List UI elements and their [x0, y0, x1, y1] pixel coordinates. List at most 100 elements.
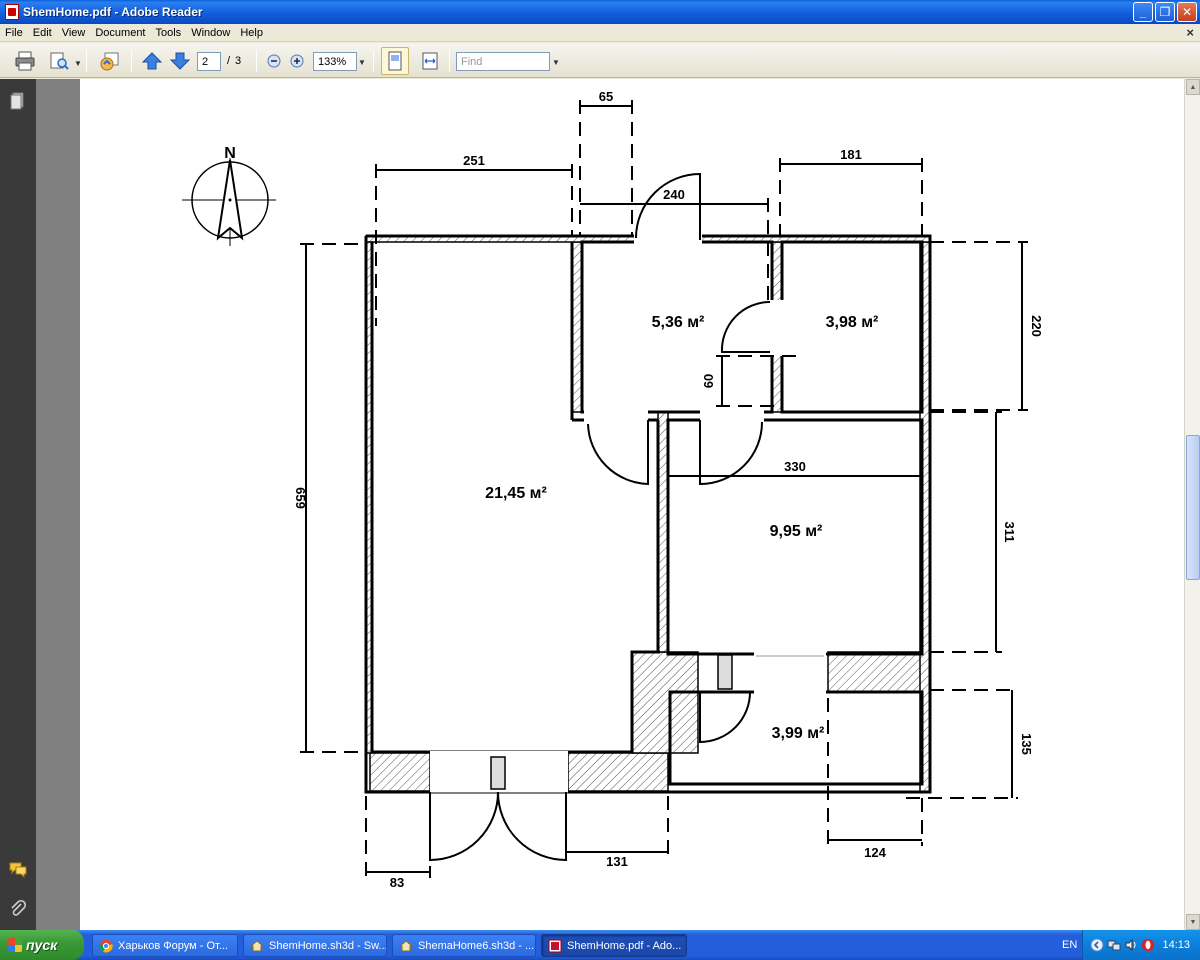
find-dropdown-icon[interactable]: ▼	[552, 58, 560, 67]
dim-label: 124	[864, 845, 886, 860]
dim-label: 135	[1019, 733, 1034, 755]
menu-tools[interactable]: Tools	[151, 27, 187, 39]
dim-label: 83	[390, 875, 404, 890]
menu-view[interactable]: View	[57, 27, 91, 39]
taskbar: пуск Харьков Форум - От... ShemHome.sh3d…	[0, 930, 1200, 960]
volume-icon[interactable]	[1124, 938, 1138, 952]
pages-icon[interactable]	[8, 91, 28, 111]
taskbar-item-label: Харьков Форум - От...	[118, 939, 228, 952]
dim-label: 659	[293, 487, 308, 509]
scrollbar-thumb[interactable]	[1186, 435, 1200, 580]
menu-help[interactable]: Help	[235, 27, 268, 39]
taskbar-item-acrobat[interactable]: ShemHome.pdf - Ado...	[541, 934, 687, 957]
arrow-down-icon	[169, 52, 191, 70]
close-icon: ✕	[1181, 5, 1193, 19]
system-tray: 14:13	[1082, 930, 1200, 960]
document-area: N 251 65 240 181 220 60 330 311 659 135 …	[36, 79, 1184, 930]
scroll-down-button[interactable]: ▼	[1186, 914, 1200, 930]
room-area-bath: 3,99 м²	[772, 725, 825, 742]
start-button[interactable]: пуск	[0, 930, 84, 960]
print-button[interactable]	[12, 49, 38, 73]
page-separator: /	[227, 55, 231, 67]
dim-label: 131	[606, 854, 628, 869]
dim-label: 330	[784, 459, 806, 474]
arrow-up-icon	[141, 52, 163, 70]
chrome-icon	[99, 939, 113, 952]
language-indicator[interactable]: EN	[1062, 939, 1077, 951]
scroll-up-button[interactable]: ▲	[1186, 79, 1200, 95]
collaborate-icon	[100, 52, 119, 71]
sweethome-icon	[250, 939, 264, 951]
window-title: ShemHome.pdf - Adobe Reader	[23, 5, 203, 19]
total-pages: 3	[235, 55, 242, 67]
chevron-up-icon: ▲	[1189, 83, 1197, 91]
document-magnifier-icon	[50, 52, 69, 70]
page-setup-button[interactable]	[46, 49, 72, 73]
dim-label: 220	[1029, 315, 1044, 337]
clock: 14:13	[1162, 939, 1190, 951]
dim-label: 240	[663, 187, 685, 202]
comments-icon[interactable]	[8, 859, 28, 879]
floor-plan: N 251 65 240 181 220 60 330 311 659 135 …	[182, 89, 1044, 890]
zoom-in-button[interactable]	[288, 49, 306, 73]
minimize-icon: _	[1139, 5, 1147, 19]
fit-width-button[interactable]	[417, 49, 443, 73]
taskbar-item-chrome[interactable]: Харьков Форум - От...	[92, 934, 238, 957]
page-setup-dropdown-icon[interactable]: ▼	[74, 59, 82, 68]
attachment-icon[interactable]	[8, 899, 28, 919]
restore-button[interactable]: ❐	[1155, 2, 1175, 22]
taskbar-item-sweethome-1[interactable]: ShemHome.sh3d - Sw...	[243, 934, 387, 957]
title-bar: ShemHome.pdf - Adobe Reader _ ❐ ✕	[0, 0, 1200, 24]
windows-logo-icon	[8, 938, 22, 952]
navigation-pane	[0, 79, 36, 930]
next-page-button[interactable]	[168, 49, 192, 73]
room-area-bedroom: 9,95 м²	[770, 523, 823, 540]
network-icon[interactable]	[1107, 938, 1121, 952]
document-close-icon[interactable]: ×	[1186, 25, 1194, 40]
fit-width-icon	[422, 52, 438, 70]
room-area-small-a: 5,36 м²	[652, 314, 705, 331]
acrobat-icon	[5, 4, 19, 20]
zoom-dropdown-icon[interactable]: ▼	[358, 58, 366, 67]
previous-page-button[interactable]	[140, 49, 164, 73]
close-button[interactable]: ✕	[1177, 2, 1197, 22]
taskbar-item-label: ShemaHome6.sh3d - ...	[418, 939, 535, 952]
acrobat-icon	[548, 939, 562, 952]
collaborate-button[interactable]	[96, 49, 124, 73]
taskbar-item-label: ShemHome.sh3d - Sw...	[269, 939, 387, 952]
menu-edit[interactable]: Edit	[28, 27, 57, 39]
menu-file[interactable]: File	[0, 27, 28, 39]
room-area-living: 21,45 м²	[485, 485, 547, 502]
printer-icon	[15, 51, 35, 71]
room-area-small-b: 3,98 м²	[826, 314, 879, 331]
opera-icon[interactable]	[1141, 938, 1155, 952]
tray-arrow-icon[interactable]	[1090, 938, 1104, 952]
taskbar-item-label: ShemHome.pdf - Ado...	[567, 939, 682, 952]
dim-label: 60	[701, 374, 716, 388]
toolbar: ▼ 2 / 3 133% ▼ Find ▼	[0, 43, 1200, 78]
dim-label: 311	[1002, 522, 1017, 543]
north-label: N	[224, 145, 236, 162]
zoom-out-icon	[267, 54, 281, 68]
zoom-in-icon	[290, 54, 304, 68]
start-label: пуск	[26, 937, 58, 953]
find-input[interactable]: Find	[456, 52, 550, 71]
dim-label: 181	[840, 147, 862, 162]
chevron-down-icon: ▼	[1189, 918, 1197, 926]
menu-window[interactable]: Window	[186, 27, 235, 39]
page-number-input[interactable]: 2	[197, 52, 221, 71]
pdf-page: N 251 65 240 181 220 60 330 311 659 135 …	[80, 79, 1184, 930]
restore-icon: ❐	[1159, 5, 1171, 19]
vertical-scrollbar[interactable]: ▲ ▼	[1184, 79, 1200, 930]
compass-icon: N	[182, 145, 276, 246]
fit-page-button[interactable]	[381, 47, 409, 75]
menu-bar: File Edit View Document Tools Window Hel…	[0, 24, 1200, 42]
menu-document[interactable]: Document	[90, 27, 150, 39]
sweethome-icon	[399, 939, 413, 951]
dim-label: 251	[463, 153, 485, 168]
taskbar-item-sweethome-2[interactable]: ShemaHome6.sh3d - ...	[392, 934, 536, 957]
minimize-button[interactable]: _	[1133, 2, 1153, 22]
fit-page-icon	[388, 51, 402, 71]
zoom-input[interactable]: 133%	[313, 52, 357, 71]
zoom-out-button[interactable]	[265, 49, 283, 73]
